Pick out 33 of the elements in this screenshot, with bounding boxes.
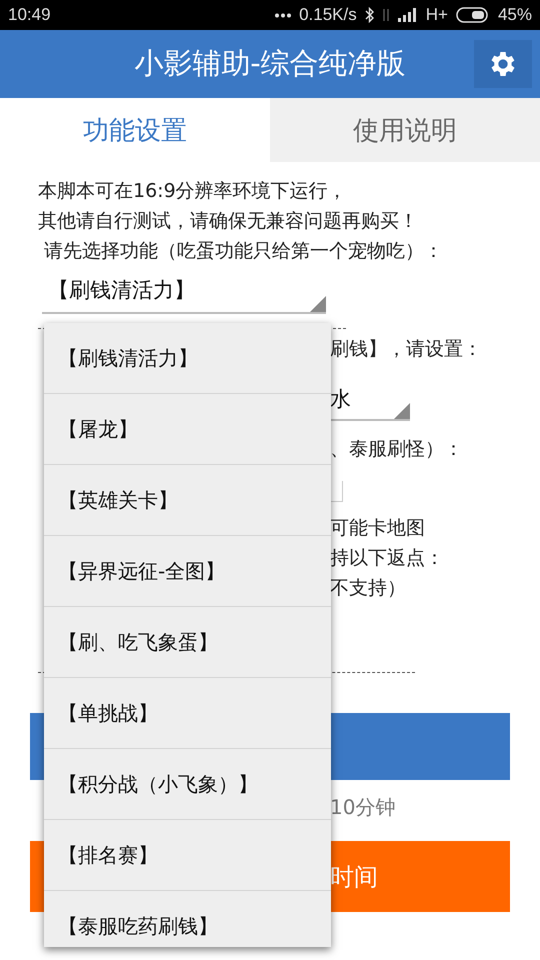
menu-item[interactable]: 【单挑战】 [44, 678, 331, 749]
signal-icon [398, 8, 418, 22]
description-text: 不支持） [330, 576, 407, 601]
app-title: 小影辅助-综合纯净版 [134, 45, 406, 82]
description-text: 持以下返点： [330, 546, 445, 571]
description-text: 、泰服刷怪）： [330, 437, 464, 462]
function-select[interactable]: 【刷钱清活力】 [42, 276, 326, 314]
network-speed: 0.15K/s [299, 5, 357, 25]
description-text: 刷钱】，请设置： [330, 337, 483, 362]
network-type: H+ [426, 5, 448, 25]
bluetooth-icon [364, 7, 374, 23]
hint-text: 10分钟 [330, 795, 396, 819]
menu-item[interactable]: 【屠龙】 [44, 394, 331, 465]
intro-text: 其他请自行测试，请确保无兼容问题再购买！ [38, 209, 419, 234]
menu-item[interactable]: 【异界远征-全图】 [44, 536, 331, 607]
tab[interactable]: 使用说明 [270, 98, 540, 162]
intro-text: 请先选择功能（吃蛋功能只给第一个宠物吃）： [43, 239, 444, 264]
dots-icon [275, 12, 292, 18]
menu-item[interactable]: 【排名赛】 [44, 820, 331, 891]
battery-percent: 45% [498, 5, 532, 25]
data-arrows-icon [382, 7, 390, 23]
description-text: 可能卡地图 [330, 516, 426, 541]
dropdown-arrow-icon [394, 403, 410, 419]
intro-text: 本脚本可在16:9分辨率环境下运行， [38, 179, 348, 204]
menu-item[interactable]: 【英雄关卡】 [44, 465, 331, 536]
menu-item[interactable]: 【刷钱清活力】 [44, 323, 331, 394]
dropdown-arrow-icon [310, 296, 326, 312]
settings-button[interactable] [474, 40, 532, 88]
menu-item[interactable]: 【刷、吃飞象蛋】 [44, 607, 331, 678]
menu-item[interactable]: 【泰服吃药刷钱】 [44, 891, 331, 947]
clock: 10:49 [8, 5, 51, 25]
menu-item[interactable]: 【积分战（小飞象）】 [44, 749, 331, 820]
battery-icon [456, 7, 490, 23]
